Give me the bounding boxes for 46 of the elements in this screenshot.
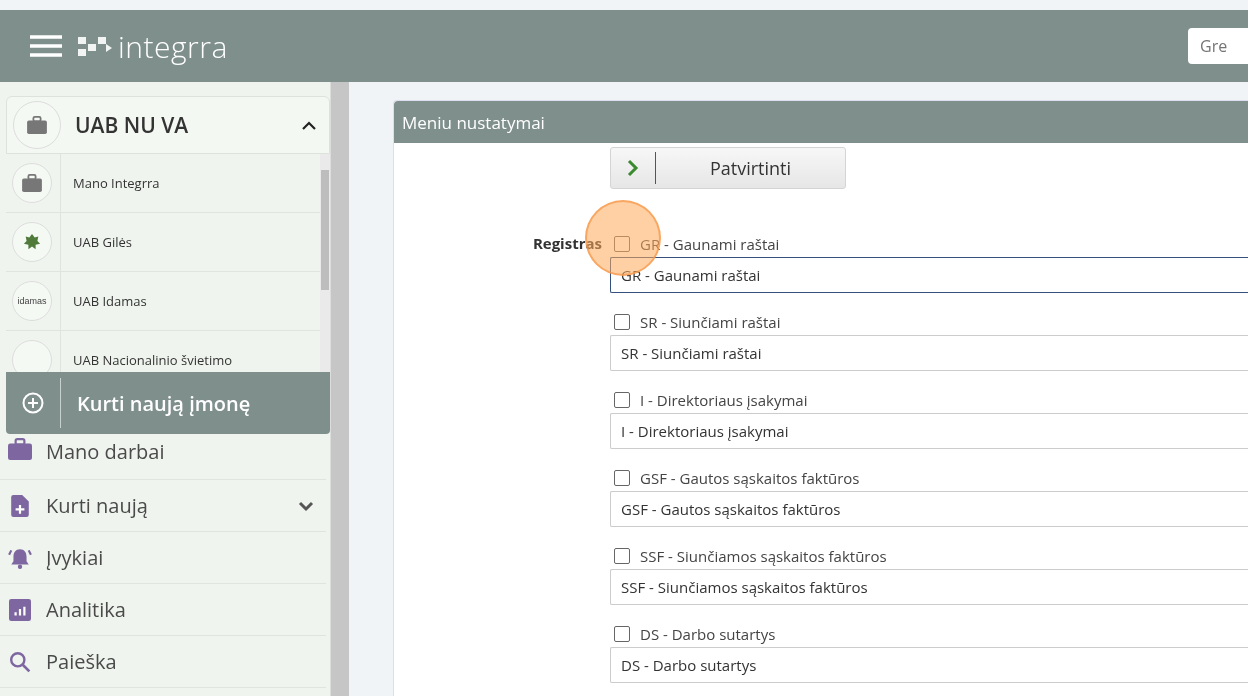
chevron-right-icon — [627, 159, 639, 177]
input-field[interactable]: SR - Siunčiami raštai — [610, 335, 1248, 371]
checkbox[interactable] — [614, 470, 630, 486]
checkbox-label: DS - Darbo sutartys — [640, 624, 776, 644]
checkbox[interactable] — [614, 236, 630, 252]
scrollbar[interactable] — [330, 82, 349, 696]
search-icon — [8, 650, 32, 673]
nav-item[interactable]: Mano darbai — [0, 438, 326, 480]
nav-item[interactable]: Analitika — [0, 584, 326, 636]
company-selector[interactable]: UAB NU VA — [6, 96, 330, 154]
checkbox[interactable] — [614, 626, 630, 642]
checkbox-label: GR - Gaunami raštai — [640, 234, 780, 254]
leaf-icon — [22, 233, 42, 251]
search-field[interactable]: Gre — [1188, 28, 1248, 64]
input-field[interactable]: I - Direktoriaus įsakymai — [610, 413, 1248, 449]
panel-title: Meniu nustatymai — [394, 101, 1248, 143]
scrollbar[interactable] — [320, 154, 330, 372]
input-field[interactable]: DS - Darbo sutartys — [610, 647, 1248, 683]
checkbox-label: SSF - Siunčiamos sąskaitos faktūros — [640, 546, 887, 566]
checkbox-label: I - Direktoriaus įsakymai — [640, 390, 808, 410]
logo-icon — [78, 35, 112, 57]
chart-icon — [8, 598, 32, 621]
bell-icon — [8, 546, 32, 569]
checkbox[interactable] — [614, 314, 630, 330]
input-field[interactable]: GSF - Gautos sąskaitos faktūros — [610, 491, 1248, 527]
confirm-button[interactable]: Patvirtinti — [610, 147, 846, 189]
company-item[interactable]: UAB Gilės — [6, 213, 320, 272]
company-item[interactable]: idamas UAB Idamas — [6, 272, 320, 331]
company-logo: idamas — [17, 296, 47, 306]
file-plus-icon — [8, 494, 32, 517]
checkbox[interactable] — [614, 548, 630, 564]
nav-item[interactable]: Kurti naują — [0, 480, 326, 532]
checkbox-label: GSF - Gautos sąskaitos faktūros — [640, 468, 860, 488]
briefcase-icon — [27, 116, 47, 134]
briefcase-icon — [22, 174, 42, 192]
company-item[interactable]: Mano Integrra — [6, 154, 320, 213]
briefcase-icon — [8, 438, 32, 460]
checkbox[interactable] — [614, 392, 630, 408]
checkbox-label: SR - Siunčiami raštai — [640, 312, 781, 332]
menu-icon[interactable] — [30, 35, 62, 57]
chevron-down-icon — [298, 499, 314, 512]
plus-icon — [22, 392, 44, 414]
nav-item[interactable]: Paieška — [0, 636, 326, 688]
input-field[interactable]: SSF - Siunčiamos sąskaitos faktūros — [610, 569, 1248, 605]
brand-name: integrra — [118, 25, 228, 67]
nav-item[interactable]: Įvykiai — [0, 532, 326, 584]
